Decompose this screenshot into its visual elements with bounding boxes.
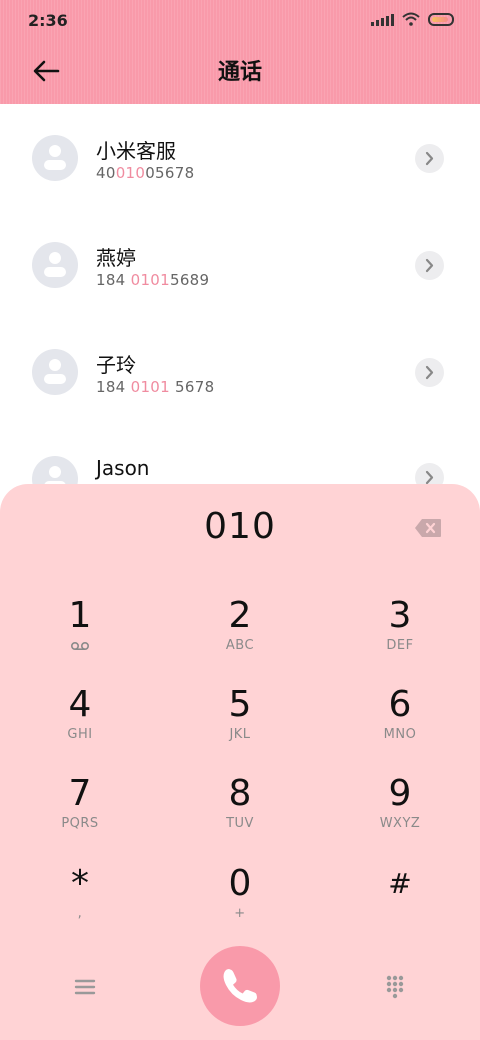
key-6[interactable]: 6 MNO	[320, 685, 480, 765]
key-digit: 8	[228, 773, 252, 814]
key-9[interactable]: 9 WXYZ	[320, 774, 480, 854]
battery-icon	[428, 12, 454, 26]
contact-name: 小米客服	[96, 139, 176, 163]
key-digit: *	[71, 863, 89, 904]
key-7[interactable]: 7 PQRS	[0, 774, 160, 854]
key-4[interactable]: 4 GHI	[0, 685, 160, 765]
status-bar: 2:36	[0, 0, 480, 40]
chevron-right-icon	[425, 151, 434, 166]
key-letters: MNO	[383, 727, 417, 742]
status-icons	[371, 12, 454, 26]
key-digit: 0	[228, 863, 252, 904]
key-letters: JKL	[229, 727, 251, 742]
key-digit: 1	[68, 595, 92, 636]
key-letters: PQRS	[61, 816, 99, 831]
backspace-icon	[415, 519, 441, 537]
key-digit: 4	[68, 684, 92, 725]
key-hash[interactable]: #	[320, 864, 480, 944]
wifi-icon	[402, 12, 420, 26]
phone-icon	[223, 969, 257, 1003]
chevron-right-icon	[425, 365, 434, 380]
chevron-right-button[interactable]	[415, 251, 444, 280]
header-bar: 2:36 通话	[0, 0, 480, 104]
key-digit: 2	[228, 595, 252, 636]
key-3[interactable]: 3 DEF	[320, 596, 480, 676]
key-letters: ABC	[225, 638, 255, 653]
key-5[interactable]: 5 JKL	[160, 685, 320, 765]
signal-icon	[371, 12, 394, 26]
contact-item[interactable]: 小米客服 4001005678	[0, 104, 480, 204]
dial-input[interactable]: 010	[0, 506, 480, 547]
avatar-icon	[32, 349, 78, 395]
contact-number: 4001005678	[96, 164, 195, 182]
keypad-icon	[386, 975, 404, 999]
menu-icon	[74, 979, 96, 995]
key-digit: 5	[228, 684, 252, 725]
key-star[interactable]: * ,	[0, 864, 160, 944]
dialer-panel: 010 1 2 ABC 3 DEF 4 GHI 5 JKL 6 MNO 7 PQ…	[0, 484, 480, 1040]
contact-name: 子玲	[96, 353, 136, 377]
chevron-right-icon	[425, 258, 434, 273]
avatar-icon	[32, 135, 78, 181]
contact-name: 燕婷	[96, 246, 136, 270]
key-1[interactable]: 1	[0, 596, 160, 676]
voicemail-icon	[70, 641, 90, 651]
key-digit: 3	[388, 595, 412, 636]
title-bar: 通话	[0, 48, 480, 92]
key-digit: 6	[388, 684, 412, 725]
menu-button[interactable]	[70, 972, 100, 1002]
phone-screen: { "status_bar": { "time": "2:36" }, "hea…	[0, 0, 480, 1040]
chevron-right-button[interactable]	[415, 144, 444, 173]
contact-item[interactable]: 子玲 184 0101 5678	[0, 318, 480, 418]
key-0[interactable]: 0 +	[160, 864, 320, 944]
avatar-icon	[32, 242, 78, 288]
key-2[interactable]: 2 ABC	[160, 596, 320, 676]
key-letters: +	[234, 906, 246, 921]
backspace-button[interactable]	[414, 518, 442, 538]
contact-number: 184 01015689	[96, 271, 210, 289]
key-letters: DEF	[386, 638, 414, 653]
page-title: 通话	[217, 60, 262, 85]
contact-number: 184 0101 5678	[96, 378, 215, 396]
call-button[interactable]	[200, 946, 280, 1026]
key-digit: 9	[388, 773, 412, 814]
key-letters: TUV	[226, 816, 254, 831]
key-digit: #	[388, 867, 412, 900]
keypad-toggle-button[interactable]	[380, 972, 410, 1002]
key-digit: 7	[68, 773, 92, 814]
key-8[interactable]: 8 TUV	[160, 774, 320, 854]
key-letters: GHI	[67, 727, 93, 742]
key-letters: ,	[77, 906, 83, 921]
status-time: 2:36	[28, 11, 68, 30]
contact-name: Jason	[96, 456, 150, 480]
chevron-right-button[interactable]	[415, 358, 444, 387]
key-letters: WXYZ	[379, 816, 421, 831]
contact-item[interactable]: 燕婷 184 01015689	[0, 211, 480, 311]
